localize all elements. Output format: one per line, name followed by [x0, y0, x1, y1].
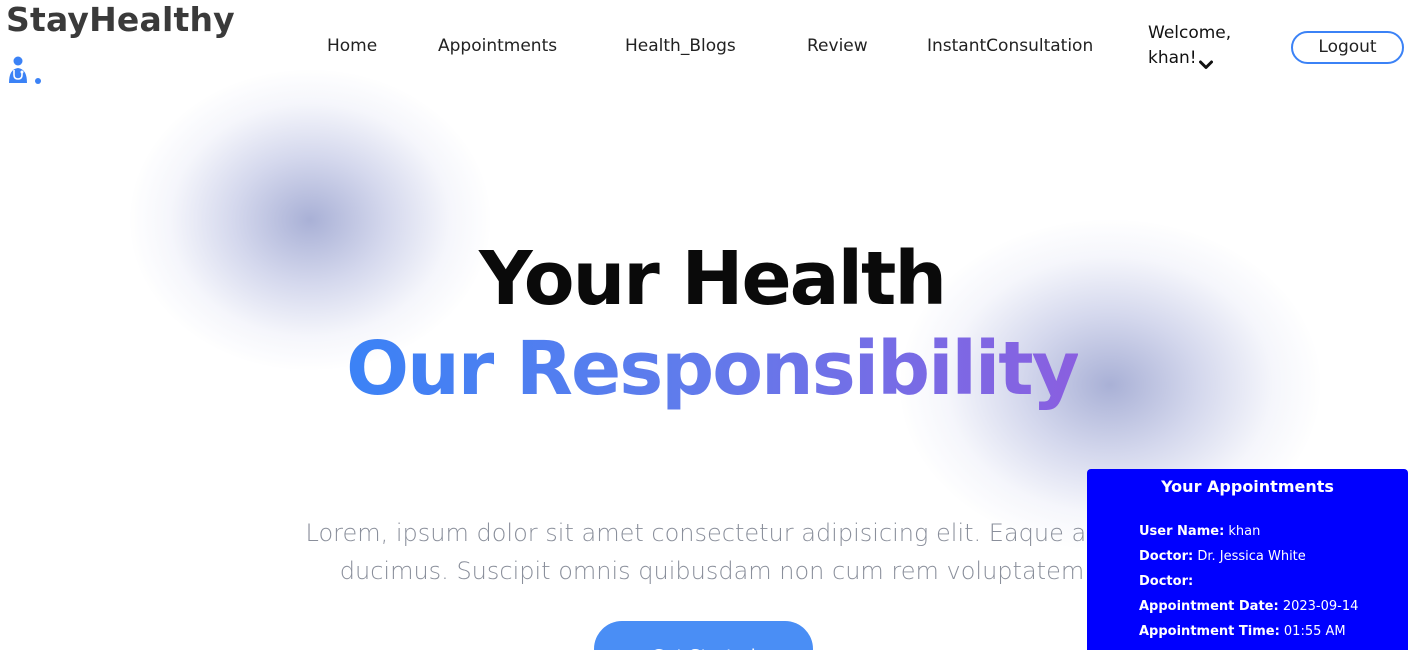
welcome-text: Welcome,	[1148, 23, 1232, 43]
nav-home[interactable]: Home	[327, 36, 377, 56]
nav-appointments[interactable]: Appointments	[438, 36, 557, 56]
doctor-icon	[8, 56, 44, 86]
background-blob-left	[130, 70, 490, 370]
appointment-row-doctor: Doctor: Dr. Jessica White	[1139, 549, 1306, 564]
username-text: khan!	[1148, 48, 1197, 68]
appointment-row-time: Appointment Time: 01:55 AM	[1139, 624, 1346, 639]
appointment-row-doctor-empty: Doctor:	[1139, 574, 1194, 589]
user-menu[interactable]: Welcome, khan!	[1148, 21, 1231, 71]
get-started-button[interactable]: Get Started	[594, 621, 813, 650]
nav-instant-consultation[interactable]: InstantConsultation	[927, 36, 1093, 56]
logout-button[interactable]: Logout	[1291, 31, 1404, 64]
appointments-panel-title: Your Appointments	[1161, 477, 1334, 496]
brand-name[interactable]: StayHealthy	[6, 0, 235, 39]
hero-title-line1: Your Health	[478, 236, 947, 322]
appointments-panel: Your Appointments User Name: khan Doctor…	[1087, 469, 1408, 650]
hero-title-line2: Our Responsibility	[0, 326, 1424, 412]
chevron-down-icon[interactable]	[1198, 53, 1213, 69]
nav-health-blogs[interactable]: Health_Blogs	[625, 36, 736, 56]
nav-review[interactable]: Review	[807, 36, 868, 56]
appointment-row-username: User Name: khan	[1139, 524, 1261, 539]
appointment-row-date: Appointment Date: 2023-09-14	[1139, 599, 1359, 614]
hero-title-gradient-text: Our Responsibility	[346, 326, 1080, 412]
